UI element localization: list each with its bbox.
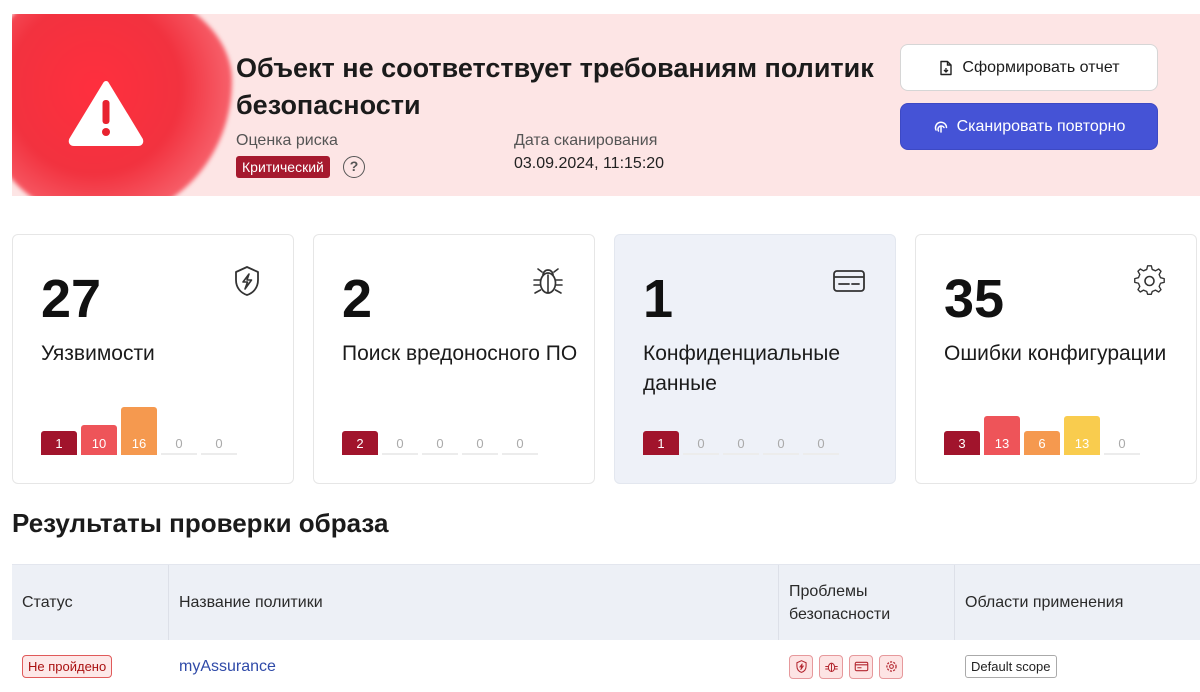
severity-bar-value: 0 [516, 436, 524, 451]
card-misconfigurations[interactable]: 35 Ошибки конфигурации 3 13 6 13 0 [915, 234, 1197, 484]
card-label: Уязвимости [41, 342, 155, 365]
status-banner: Объект не соответствует требованиям поли… [12, 14, 1200, 196]
help-icon[interactable]: ? [343, 156, 365, 178]
severity-bars: 3 13 6 13 0 [944, 416, 1144, 455]
severity-bar-value: 0 [175, 436, 183, 451]
severity-bar-value: 0 [777, 436, 785, 451]
policy-link[interactable]: myAssurance [179, 658, 276, 676]
severity-bar: 0 [422, 436, 458, 455]
severity-bar-value: 0 [817, 436, 825, 451]
severity-bar-value: 0 [396, 436, 404, 451]
column-status[interactable]: Статус [12, 565, 169, 640]
severity-bar: 0 [1104, 436, 1140, 455]
generate-report-button[interactable]: Сформировать отчет [900, 44, 1158, 91]
scope-badge[interactable]: Default scope [965, 655, 1057, 678]
severity-bar-value: 0 [436, 436, 444, 451]
rescan-button[interactable]: Сканировать повторно [900, 103, 1158, 150]
issue-credit-card-icon[interactable] [849, 654, 873, 679]
card-malware[interactable]: 2 Поиск вредоносного ПО 2 0 0 0 0 [313, 234, 595, 484]
policy-cell: myAssurance [169, 640, 779, 692]
issue-icons [789, 654, 903, 679]
table-row[interactable]: Не пройдено myAssurance Default scope [12, 640, 1200, 692]
severity-bars: 1 10 16 0 0 [41, 407, 241, 455]
page-title: Объект не соответствует требованиям поли… [236, 53, 874, 120]
shield-bolt-icon [235, 266, 259, 296]
column-security-issues[interactable]: Проблемы безопасности [779, 565, 955, 640]
severity-bar-value: 0 [215, 436, 223, 451]
results-table: Статус Название политики Проблемы безопа… [12, 564, 1200, 692]
card-label: Поиск вредоносного ПО [342, 342, 578, 365]
severity-bar: 0 [462, 436, 498, 455]
rescan-label: Сканировать повторно [956, 117, 1126, 135]
issue-shield-bolt-icon[interactable] [789, 654, 813, 679]
severity-bar: 13 [1064, 416, 1100, 455]
warning-icon [68, 81, 144, 146]
status-badge: Не пройдено [22, 655, 113, 678]
severity-bar-value: 0 [476, 436, 484, 451]
fingerprint-icon [934, 121, 947, 133]
card-count: 27 [41, 269, 102, 329]
status-cell: Не пройдено [12, 640, 169, 692]
severity-bar-value: 0 [697, 436, 705, 451]
scope-cell: Default scope [955, 640, 1200, 692]
scan-date-label: Дата сканирования [514, 132, 658, 149]
card-count: 2 [342, 269, 373, 329]
column-scopes[interactable]: Области применения [955, 565, 1200, 640]
issue-gear-alert-icon[interactable] [879, 654, 903, 679]
bug-icon [533, 268, 563, 294]
card-label: Конфиденциальные данные [643, 342, 841, 395]
severity-bars: 2 0 0 0 0 [342, 431, 542, 455]
credit-card-icon [833, 270, 865, 292]
card-vulnerabilities[interactable]: 27 Уязвимости 1 10 16 0 0 [12, 234, 294, 484]
severity-bar: 1 [41, 431, 77, 455]
severity-bar: 16 [121, 407, 157, 455]
card-count: 1 [643, 269, 674, 329]
column-policy-name[interactable]: Название политики [169, 565, 779, 640]
severity-bar: 0 [723, 436, 759, 455]
severity-bar: 0 [201, 436, 237, 455]
generate-report-label: Сформировать отчет [962, 58, 1120, 76]
card-count: 35 [944, 269, 1005, 329]
severity-bar: 10 [81, 425, 117, 455]
severity-bar: 13 [984, 416, 1020, 455]
gear-alert-icon [1134, 265, 1165, 295]
report-file-icon [940, 60, 953, 75]
scan-date-value: 03.09.2024, 11:15:20 [514, 155, 665, 172]
risk-badge: Критический [236, 156, 330, 178]
severity-bar: 2 [342, 431, 378, 455]
severity-bars: 1 0 0 0 0 [643, 431, 843, 455]
section-title: Результаты проверки образа [12, 508, 389, 538]
severity-bar: 3 [944, 431, 980, 455]
severity-bar-value: 0 [737, 436, 745, 451]
card-label: Ошибки конфигурации [944, 342, 1167, 365]
severity-bar: 0 [763, 436, 799, 455]
severity-bar: 0 [382, 436, 418, 455]
severity-bar: 1 [643, 431, 679, 455]
severity-bar: 0 [683, 436, 719, 455]
severity-bar: 0 [161, 436, 197, 455]
table-header: Статус Название политики Проблемы безопа… [12, 564, 1200, 640]
issues-cell [779, 640, 955, 692]
severity-bar: 0 [803, 436, 839, 455]
risk-label: Оценка риска [236, 132, 338, 149]
card-sensitive-data[interactable]: 1 Конфиденциальные данные 1 0 0 0 0 [614, 234, 896, 484]
severity-bar: 0 [502, 436, 538, 455]
issue-bug-icon[interactable] [819, 654, 843, 679]
severity-bar: 6 [1024, 431, 1060, 455]
severity-bar-value: 0 [1118, 436, 1126, 451]
